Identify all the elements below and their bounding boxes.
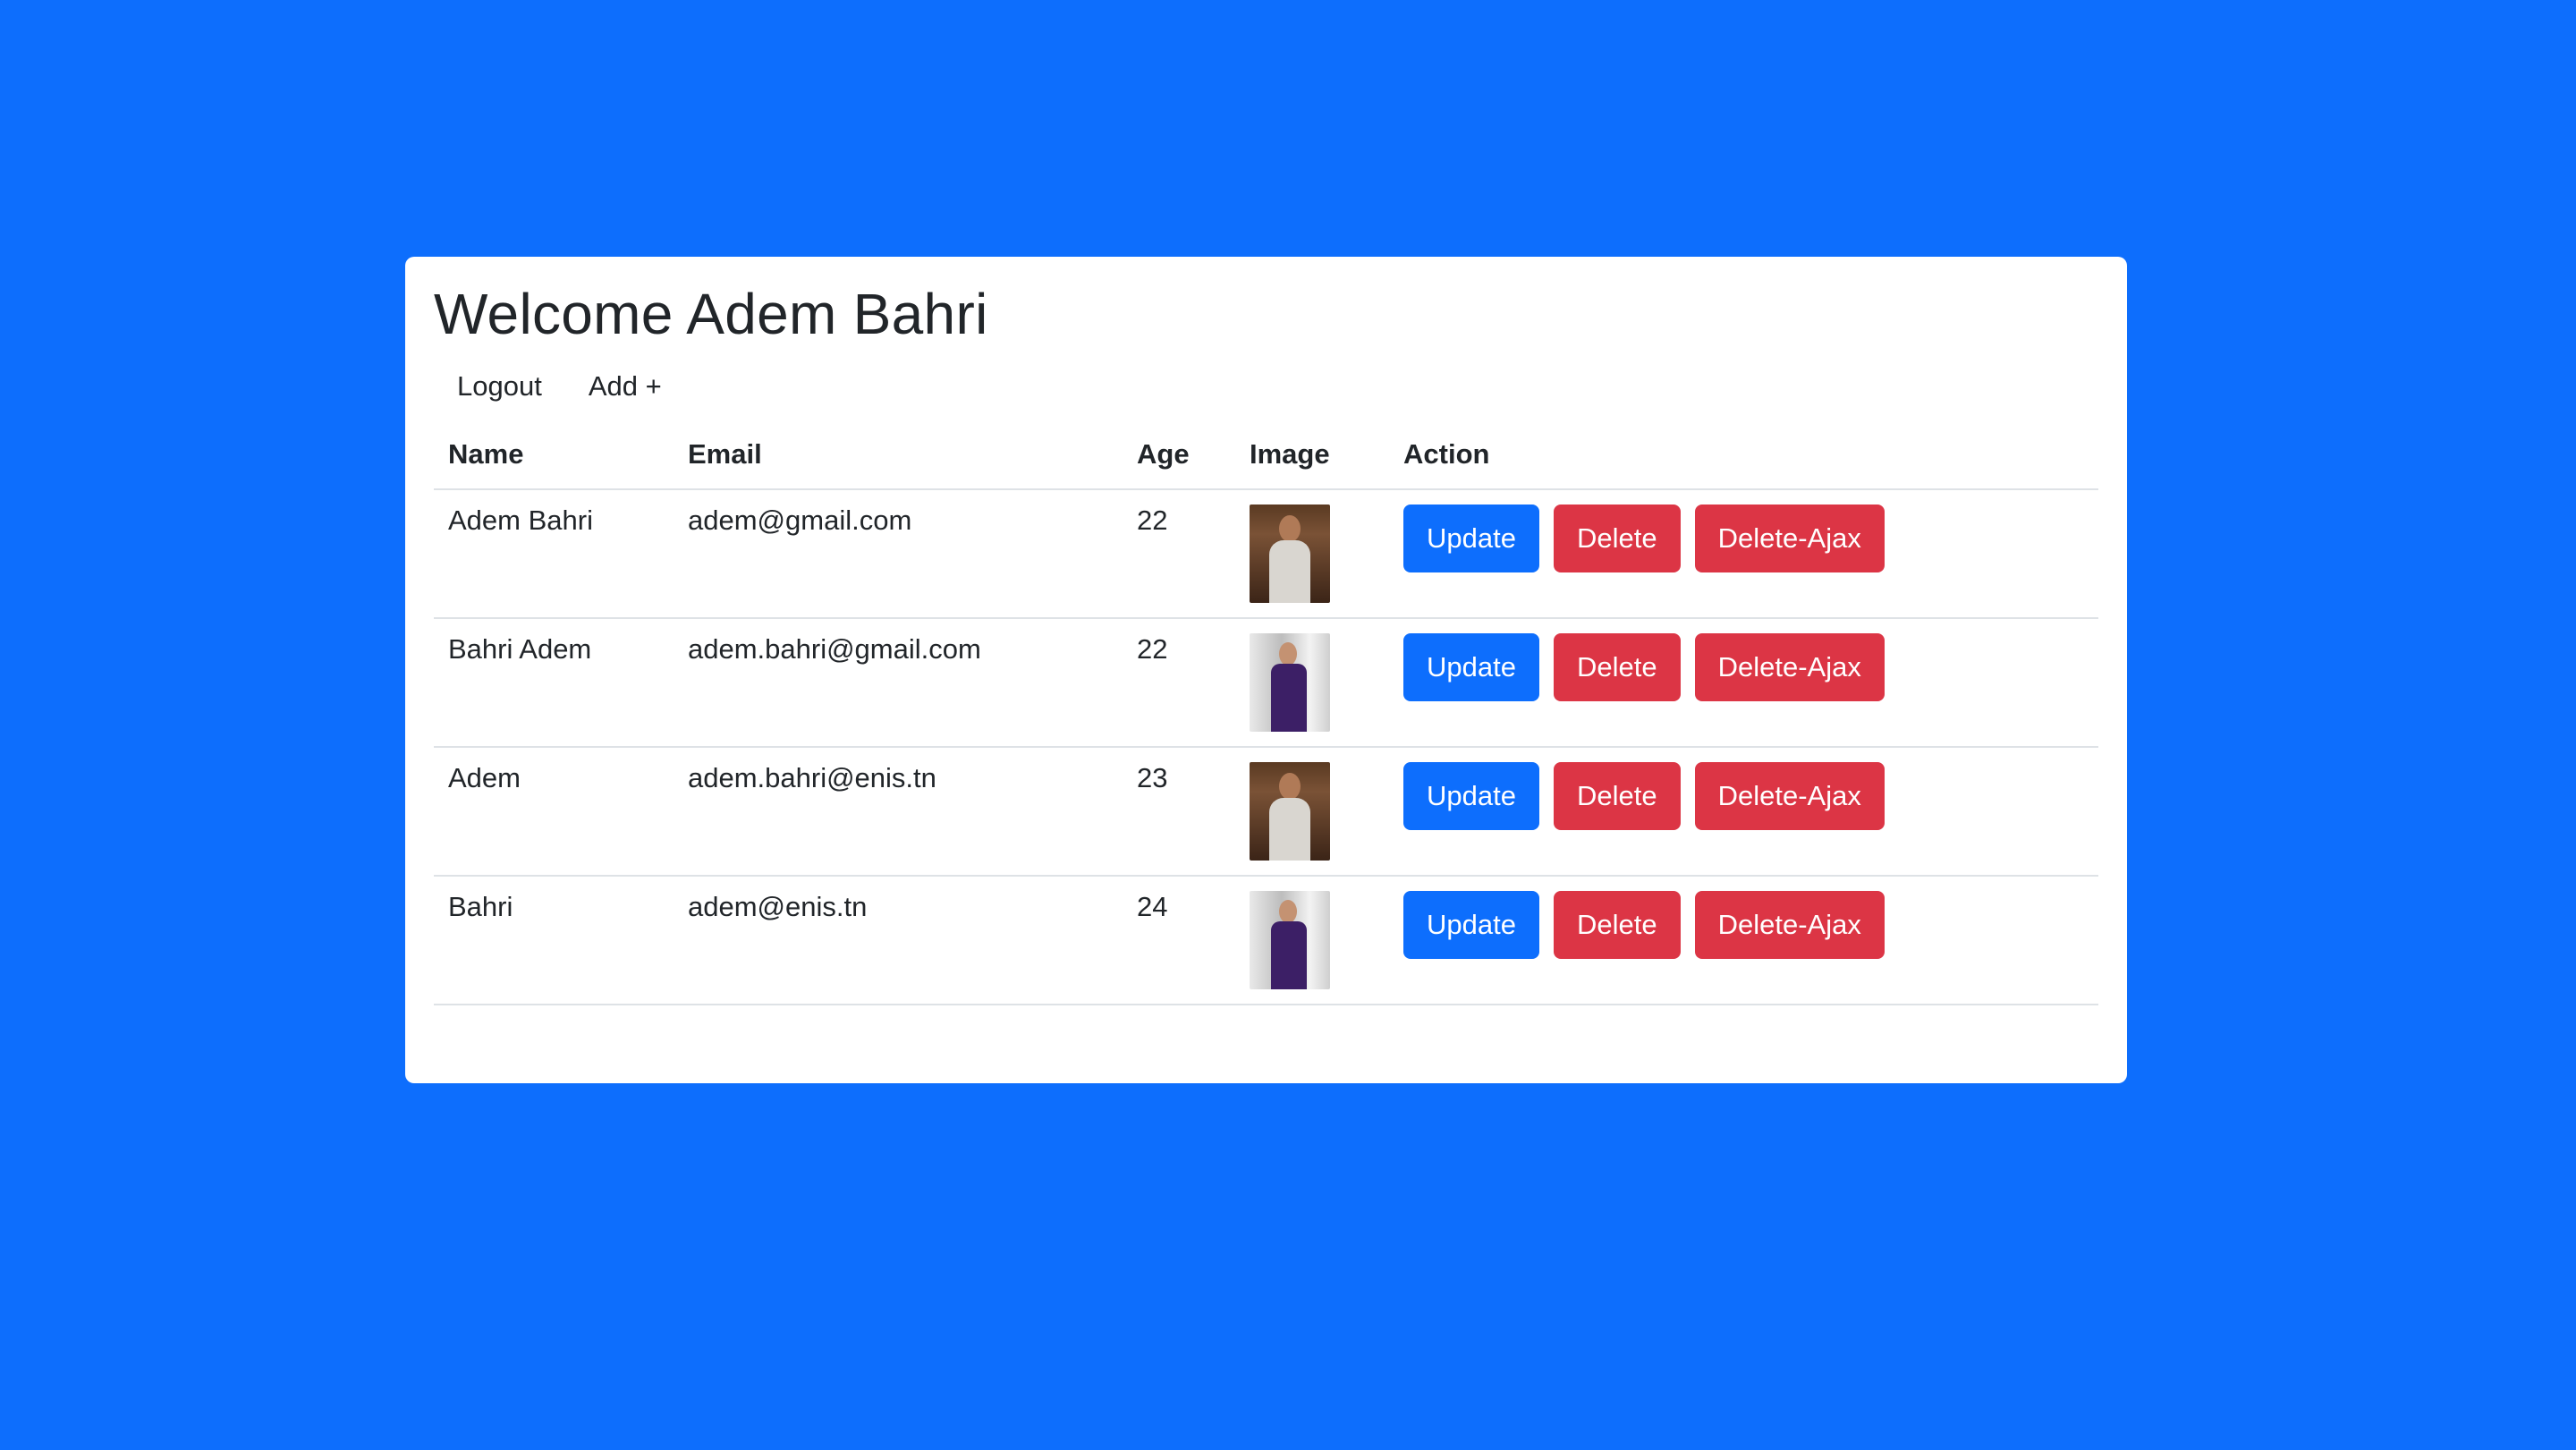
- delete-button[interactable]: Delete: [1553, 632, 1681, 701]
- users-card: Welcome Adem Bahri Logout Add + Name Ema…: [405, 257, 2127, 1083]
- users-table: Name Email Age Image Action Adem Bahri a…: [434, 423, 2098, 1005]
- delete-button[interactable]: Delete: [1553, 890, 1681, 959]
- cell-actions: Update Delete Delete-Ajax: [1389, 488, 2098, 619]
- delete-ajax-button[interactable]: Delete-Ajax: [1694, 890, 1885, 959]
- cell-email: adem@enis.tn: [674, 875, 1123, 1005]
- user-photo: [1250, 504, 1330, 603]
- page-title: Welcome Adem Bahri: [434, 282, 988, 346]
- header-row: Name Email Age Image Action: [434, 423, 2098, 490]
- row-actions: Update Delete Delete-Ajax: [1403, 504, 2084, 572]
- update-button[interactable]: Update: [1403, 761, 1539, 830]
- user-photo: [1250, 761, 1330, 861]
- header-age: Age: [1123, 423, 1235, 490]
- cell-image: [1235, 746, 1389, 877]
- table-body: Adem Bahri adem@gmail.com 22 Update Dele…: [434, 488, 2098, 1005]
- top-nav: Logout Add +: [434, 370, 2098, 403]
- add-link[interactable]: Add +: [589, 370, 662, 403]
- table-row: Bahri adem@enis.tn 24 Update Delete Dele…: [434, 875, 2098, 1005]
- cell-email: adem.bahri@enis.tn: [674, 746, 1123, 877]
- cell-image: [1235, 617, 1389, 748]
- row-actions: Update Delete Delete-Ajax: [1403, 632, 2084, 701]
- cell-age: 23: [1123, 746, 1235, 877]
- header-email: Email: [674, 423, 1123, 490]
- cell-name: Adem Bahri: [434, 488, 674, 619]
- cell-age: 24: [1123, 875, 1235, 1005]
- user-photo: [1250, 890, 1330, 989]
- update-button[interactable]: Update: [1403, 890, 1539, 959]
- table-header: Name Email Age Image Action: [434, 423, 2098, 490]
- cell-email: adem@gmail.com: [674, 488, 1123, 619]
- cell-age: 22: [1123, 617, 1235, 748]
- header-image: Image: [1235, 423, 1389, 490]
- logout-link[interactable]: Logout: [457, 370, 542, 403]
- update-button[interactable]: Update: [1403, 632, 1539, 701]
- table-row: Adem Bahri adem@gmail.com 22 Update Dele…: [434, 488, 2098, 619]
- header-action: Action: [1389, 423, 2098, 490]
- table-row: Bahri Adem adem.bahri@gmail.com 22 Updat…: [434, 617, 2098, 748]
- cell-actions: Update Delete Delete-Ajax: [1389, 875, 2098, 1005]
- row-actions: Update Delete Delete-Ajax: [1403, 761, 2084, 830]
- delete-button[interactable]: Delete: [1553, 761, 1681, 830]
- header-name: Name: [434, 423, 674, 490]
- cell-email: adem.bahri@gmail.com: [674, 617, 1123, 748]
- row-actions: Update Delete Delete-Ajax: [1403, 890, 2084, 959]
- delete-ajax-button[interactable]: Delete-Ajax: [1694, 632, 1885, 701]
- delete-ajax-button[interactable]: Delete-Ajax: [1694, 761, 1885, 830]
- cell-name: Bahri: [434, 875, 674, 1005]
- cell-image: [1235, 488, 1389, 619]
- delete-ajax-button[interactable]: Delete-Ajax: [1694, 504, 1885, 572]
- user-photo: [1250, 632, 1330, 732]
- cell-actions: Update Delete Delete-Ajax: [1389, 746, 2098, 877]
- cell-age: 22: [1123, 488, 1235, 619]
- cell-name: Adem: [434, 746, 674, 877]
- cell-image: [1235, 875, 1389, 1005]
- delete-button[interactable]: Delete: [1553, 504, 1681, 572]
- cell-name: Bahri Adem: [434, 617, 674, 748]
- update-button[interactable]: Update: [1403, 504, 1539, 572]
- table-row: Adem adem.bahri@enis.tn 23 Update Delete…: [434, 746, 2098, 877]
- cell-actions: Update Delete Delete-Ajax: [1389, 617, 2098, 748]
